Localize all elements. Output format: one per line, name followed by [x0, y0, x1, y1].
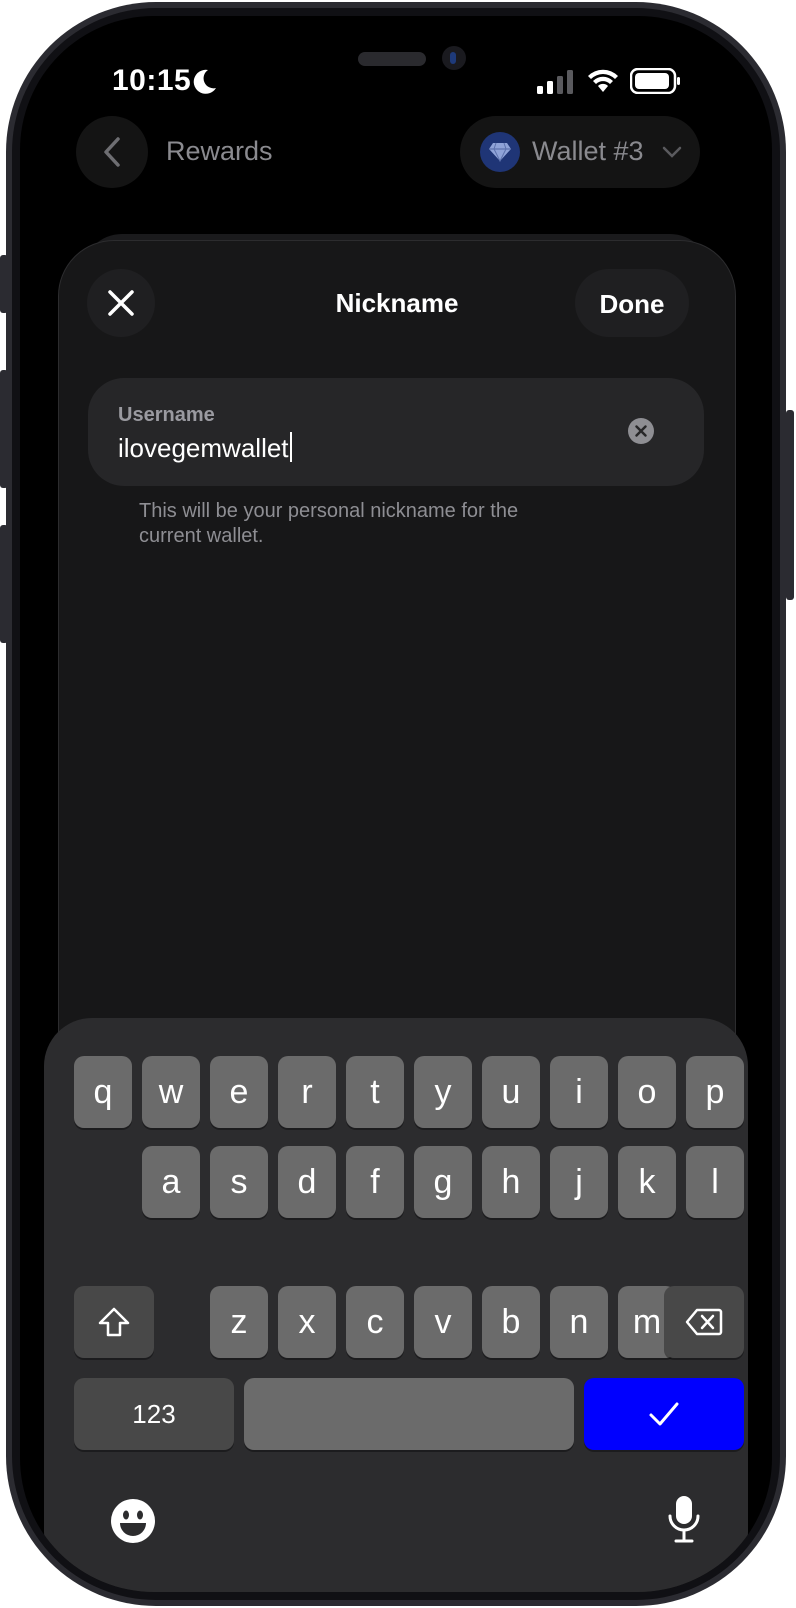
back-button[interactable] [76, 116, 148, 188]
wallet-selector[interactable]: Wallet #3 [460, 116, 700, 188]
clear-button[interactable] [628, 418, 654, 444]
helper-text: This will be your personal nickname for … [139, 500, 519, 547]
key-p[interactable]: p [686, 1056, 744, 1128]
earpiece [358, 52, 426, 66]
key-x[interactable]: x [278, 1286, 336, 1358]
delete-key[interactable] [664, 1286, 744, 1358]
key-w[interactable]: w [142, 1056, 200, 1128]
microphone-icon[interactable] [666, 1494, 702, 1544]
status-time: 10:15 [112, 64, 192, 97]
space-key[interactable] [244, 1378, 574, 1450]
front-camera [442, 46, 466, 70]
key-b[interactable]: b [482, 1286, 540, 1358]
key-h[interactable]: h [482, 1146, 540, 1218]
key-o[interactable]: o [618, 1056, 676, 1128]
wifi-icon [588, 69, 618, 92]
username-input[interactable]: ilovegemwallet [118, 432, 292, 464]
wallet-label: Wallet #3 [532, 136, 644, 166]
key-e[interactable]: e [210, 1056, 268, 1128]
phone-screen: 10:15 Rewards Wallet #3 Nickname Done Th… [20, 16, 772, 1592]
cellular-signal-icon [537, 70, 573, 94]
key-a[interactable]: a [142, 1146, 200, 1218]
key-y[interactable]: y [414, 1056, 472, 1128]
key-u[interactable]: u [482, 1056, 540, 1128]
numbers-key[interactable]: 123 [74, 1378, 234, 1450]
shift-icon [98, 1307, 130, 1337]
return-key[interactable] [584, 1378, 744, 1450]
battery-icon [630, 68, 680, 94]
key-s[interactable]: s [210, 1146, 268, 1218]
shift-key[interactable] [74, 1286, 154, 1358]
text-caret [289, 432, 292, 462]
key-q[interactable]: q [74, 1056, 132, 1128]
done-button[interactable]: Done [575, 269, 689, 337]
username-value: ilovegemwallet [118, 433, 289, 463]
key-n[interactable]: n [550, 1286, 608, 1358]
key-d[interactable]: d [278, 1146, 336, 1218]
chevron-left-icon [104, 137, 120, 167]
back-label: Rewards [166, 136, 273, 166]
key-v[interactable]: v [414, 1286, 472, 1358]
moon-icon [193, 69, 216, 94]
key-z[interactable]: z [210, 1286, 268, 1358]
clear-icon [635, 425, 647, 437]
key-g[interactable]: g [414, 1146, 472, 1218]
emoji-icon[interactable] [110, 1498, 156, 1544]
side-button-power [786, 410, 794, 600]
key-c[interactable]: c [346, 1286, 404, 1358]
chevron-down-icon [662, 146, 682, 158]
key-k[interactable]: k [618, 1146, 676, 1218]
key-j[interactable]: j [550, 1146, 608, 1218]
keyboard: qwertyuiop asdfghjkl zxcvbnm 123 [44, 1018, 748, 1592]
diamond-gem-icon [480, 132, 520, 172]
checkmark-icon [649, 1402, 679, 1426]
key-r[interactable]: r [278, 1056, 336, 1128]
delete-backspace-icon [685, 1308, 723, 1336]
key-f[interactable]: f [346, 1146, 404, 1218]
username-field[interactable]: Username ilovegemwallet [88, 378, 704, 486]
key-t[interactable]: t [346, 1056, 404, 1128]
key-i[interactable]: i [550, 1056, 608, 1128]
key-l[interactable]: l [686, 1146, 744, 1218]
done-label: Done [599, 289, 665, 319]
username-label: Username [118, 404, 215, 426]
